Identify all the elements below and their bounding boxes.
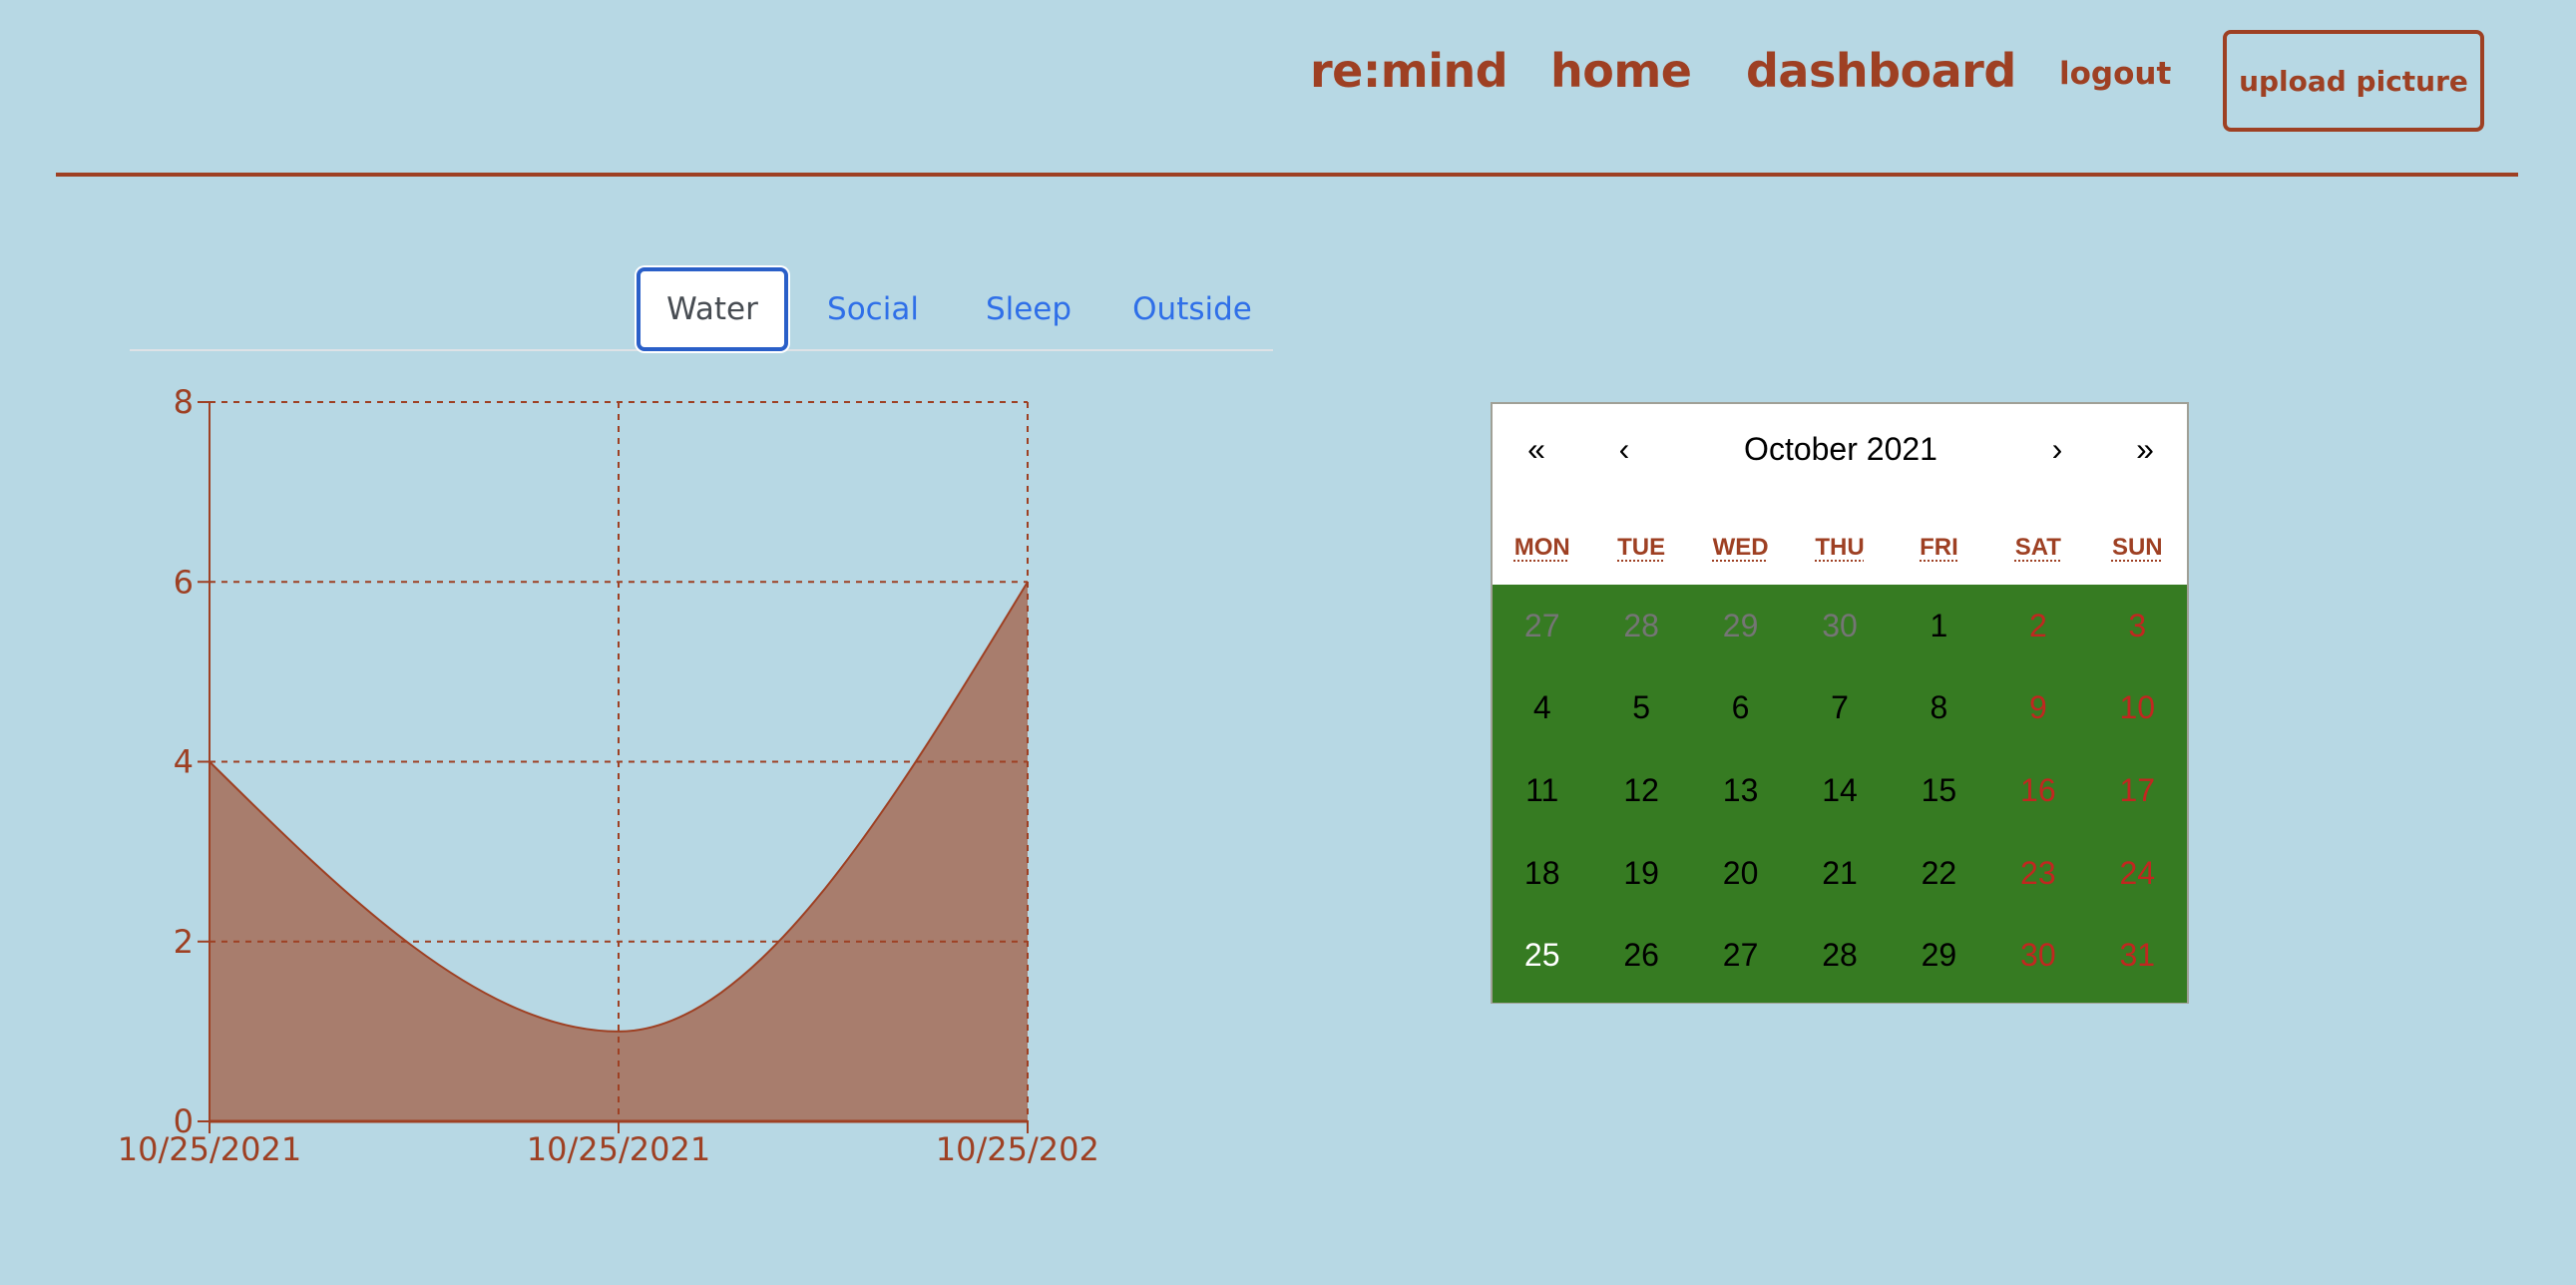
tab-water[interactable]: Water: [637, 267, 788, 351]
tab-social[interactable]: Social: [808, 267, 938, 351]
calendar-navigation: « ‹ October 2021 › »: [1493, 404, 2187, 494]
water-area-chart: 0246810/25/202110/25/202110/25/2021: [118, 383, 1097, 1168]
calendar-day[interactable]: 11: [1493, 749, 1591, 832]
calendar-day[interactable]: 17: [2088, 749, 2187, 832]
calendar-day[interactable]: 10: [2088, 667, 2187, 750]
calendar-day[interactable]: 13: [1691, 749, 1790, 832]
calendar-day[interactable]: 24: [2088, 832, 2187, 915]
top-navigation: re:mind home dashboard logout upload pic…: [0, 0, 2576, 176]
tab-sleep[interactable]: Sleep: [964, 267, 1093, 351]
home-link[interactable]: home: [1550, 44, 1692, 98]
x-tick-label: 10/25/2021: [936, 1130, 1097, 1168]
y-tick-label: 4: [174, 743, 194, 781]
x-tick-label: 10/25/2021: [118, 1130, 301, 1168]
weekday-mon: MON: [1493, 534, 1591, 584]
x-tick-label: 10/25/2021: [527, 1130, 710, 1168]
calendar-day[interactable]: 26: [1591, 914, 1690, 997]
weekday-label: FRI: [1920, 534, 1958, 561]
calendar-day[interactable]: 3: [2088, 585, 2187, 667]
calendar-day[interactable]: 8: [1890, 667, 1988, 750]
weekday-tue: TUE: [1591, 534, 1690, 584]
weekday-label: WED: [1712, 534, 1769, 561]
calendar-day[interactable]: 16: [1988, 749, 2087, 832]
calendar-day[interactable]: 12: [1591, 749, 1690, 832]
calendar-day[interactable]: 2: [1988, 585, 2087, 667]
calendar-day[interactable]: 27: [1691, 914, 1790, 997]
y-tick-label: 6: [174, 563, 194, 601]
logout-link[interactable]: logout: [2059, 56, 2171, 92]
weekday-wed: WED: [1691, 534, 1790, 584]
calendar-day[interactable]: 27: [1493, 585, 1591, 667]
calendar-day[interactable]: 31: [2088, 914, 2187, 997]
y-tick-label: 2: [174, 923, 194, 961]
weekday-fri: FRI: [1890, 534, 1988, 584]
prev-month-button[interactable]: ‹: [1580, 404, 1668, 494]
calendar-day[interactable]: 20: [1691, 832, 1790, 915]
next-year-button[interactable]: »: [2101, 404, 2189, 494]
weekday-label: MON: [1513, 534, 1570, 561]
upload-picture-button[interactable]: upload picture: [2223, 30, 2484, 132]
weekday-sat: SAT: [1988, 534, 2087, 584]
calendar-day[interactable]: 22: [1890, 832, 1988, 915]
calendar-day[interactable]: 6: [1691, 667, 1790, 750]
calendar-day[interactable]: 28: [1790, 914, 1889, 997]
calendar-day[interactable]: 28: [1591, 585, 1690, 667]
dashboard-link[interactable]: dashboard: [1746, 44, 2016, 98]
calendar-day[interactable]: 14: [1790, 749, 1889, 832]
brand-link[interactable]: re:mind: [1310, 44, 1508, 98]
calendar-month-label[interactable]: October 2021: [1668, 404, 2013, 494]
weekday-thu: THU: [1790, 534, 1889, 584]
calendar-day[interactable]: 29: [1890, 914, 1988, 997]
prev-year-button[interactable]: «: [1493, 404, 1580, 494]
calendar-day[interactable]: 15: [1890, 749, 1988, 832]
calendar-day[interactable]: 30: [1790, 585, 1889, 667]
weekday-label: SAT: [2014, 534, 2061, 561]
calendar-day[interactable]: 18: [1493, 832, 1591, 915]
calendar-day[interactable]: 1: [1890, 585, 1988, 667]
calendar-day[interactable]: 29: [1691, 585, 1790, 667]
calendar-day[interactable]: 23: [1988, 832, 2087, 915]
calendar-day[interactable]: 5: [1591, 667, 1690, 750]
tab-outside[interactable]: Outside: [1117, 267, 1267, 351]
calendar-day[interactable]: 19: [1591, 832, 1690, 915]
calendar-day[interactable]: 21: [1790, 832, 1889, 915]
metric-tabs: Water Social Sleep Outside: [130, 267, 1273, 351]
next-month-button[interactable]: ›: [2013, 404, 2101, 494]
weekday-label: SUN: [2111, 534, 2163, 561]
calendar-day[interactable]: 30: [1988, 914, 2087, 997]
calendar: « ‹ October 2021 › » MON TUE WED THU FRI SAT S…: [1491, 402, 2189, 1004]
calendar-day[interactable]: 4: [1493, 667, 1591, 750]
weekday-label: THU: [1815, 534, 1865, 561]
weekday-header: MON TUE WED THU FRI SAT SUN: [1493, 534, 2187, 584]
weekday-sun: SUN: [2088, 534, 2187, 584]
calendar-days-grid: 27 28 29 30 1 2 3 4 5 6 7 8 9 10 11 12 13 14 15 16 17 18 19 20 2…: [1493, 585, 2187, 1003]
calendar-day[interactable]: 7: [1790, 667, 1889, 750]
calendar-day-today[interactable]: 25: [1493, 914, 1591, 997]
y-tick-label: 8: [174, 383, 194, 421]
header-divider: [56, 173, 2518, 177]
calendar-day[interactable]: 9: [1988, 667, 2087, 750]
weekday-label: TUE: [1617, 534, 1666, 561]
